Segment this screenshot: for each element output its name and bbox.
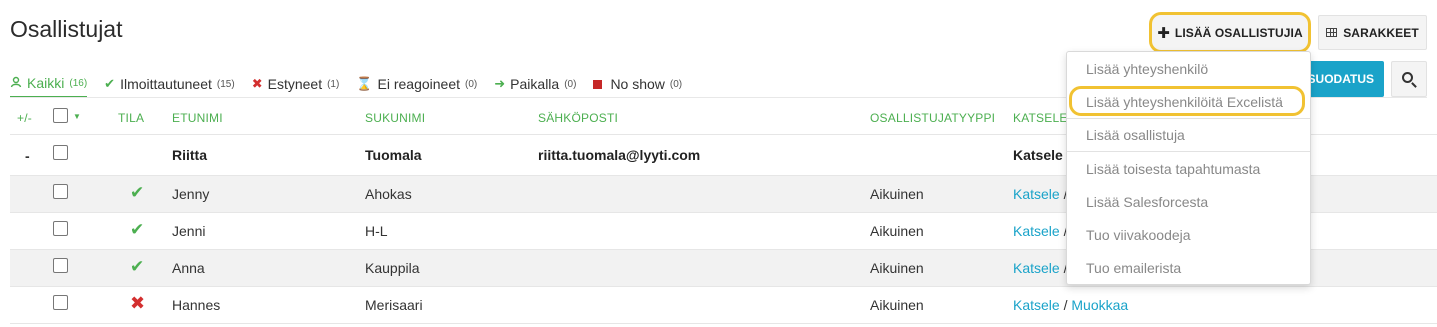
add-participants-menu: Lisää yhteyshenkilö Lisää yhteyshenkilöi… [1066, 51, 1311, 285]
filter-label: SUODATUS [1307, 72, 1374, 86]
table-grid-icon [1326, 28, 1338, 37]
search-icon [1402, 72, 1413, 83]
tab-no-response-label: Ei reagoineet [377, 76, 461, 92]
row-first-name: Jenni [172, 223, 206, 239]
menu-item-add-participant[interactable]: Lisää osallistuja [1067, 118, 1310, 151]
menu-item-add-from-salesforce[interactable]: Lisää Salesforcesta [1067, 185, 1310, 218]
link-separator: / [1063, 297, 1068, 313]
header-view[interactable]: KATSELE [1013, 111, 1068, 125]
row-checkbox[interactable] [53, 184, 68, 199]
tab-present-label: Paikalla [510, 76, 560, 92]
tab-no-response-count: (0) [465, 78, 478, 90]
check-icon: ✔ [130, 257, 145, 276]
row-checkbox[interactable] [53, 295, 68, 310]
tab-all-count: (16) [69, 77, 88, 89]
row-participant-type: Aikuinen [870, 186, 924, 202]
row-actions: Katsele / [1013, 260, 1067, 276]
view-link[interactable]: Katsele [1013, 260, 1060, 276]
hourglass-icon: ⌛ [356, 76, 373, 91]
tab-all-label: Kaikki [27, 75, 65, 91]
menu-item-highlight [1069, 86, 1305, 116]
tab-cancelled[interactable]: ✖ Estyneet (1) [252, 71, 340, 97]
tab-cancelled-count: (1) [327, 78, 340, 90]
row-participant-type: Aikuinen [870, 297, 924, 313]
view-link[interactable]: Katsele [1013, 223, 1060, 239]
cross-icon: ✖ [130, 293, 146, 313]
tab-registered[interactable]: ✔ Ilmoittautuneet (15) [104, 71, 235, 97]
cross-icon: ✖ [251, 76, 263, 91]
header-first-name[interactable]: ETUNIMI [172, 111, 223, 125]
header-email[interactable]: SÄHKÖPOSTI [538, 111, 618, 125]
tab-present[interactable]: ➜ Paikalla (0) [494, 71, 576, 97]
tab-all[interactable]: Kaikki (16) [10, 70, 88, 98]
row-last-name: H-L [365, 223, 388, 239]
collapse-toggle[interactable]: - [25, 148, 30, 164]
row-participant-type: Aikuinen [870, 260, 924, 276]
stop-square-icon [593, 79, 603, 89]
search-button[interactable] [1391, 61, 1427, 97]
tab-no-show-count: (0) [669, 78, 683, 90]
contact-first-name: Riitta [172, 147, 207, 163]
header-last-name[interactable]: SUKUNIMI [365, 111, 425, 125]
view-link[interactable]: Katsele [1013, 186, 1060, 202]
row-last-name: Kauppila [365, 260, 420, 276]
add-participants-label: LISÄÄ OSALLISTUJIA [1174, 25, 1303, 40]
columns-label: SARAKKEET [1343, 25, 1419, 40]
page-title: Osallistujat [10, 16, 123, 42]
check-icon: ✔ [104, 76, 116, 91]
filter-button[interactable]: SUODATUS [1300, 61, 1384, 97]
row-checkbox[interactable] [53, 221, 68, 236]
row-last-name: Ahokas [365, 186, 412, 202]
add-participants-button[interactable]: ✚ LISÄÄ OSALLISTUJIA [1149, 12, 1311, 53]
tab-registered-count: (15) [216, 78, 235, 90]
row-actions: Katsele / [1013, 186, 1067, 202]
tab-no-response[interactable]: ⌛ Ei reagoineet (0) [356, 71, 477, 97]
header-status[interactable]: TILA [118, 111, 144, 125]
menu-item-import-barcodes[interactable]: Tuo viivakoodeja [1067, 218, 1310, 251]
row-divider [10, 323, 1437, 324]
menu-item-add-from-event[interactable]: Lisää toisesta tapahtumasta [1067, 152, 1310, 185]
row-first-name: Hannes [172, 297, 221, 313]
check-icon: ✔ [130, 220, 145, 239]
row-actions: Katsele / [1013, 223, 1067, 239]
contact-last-name: Tuomala [365, 147, 422, 163]
header-participant-type[interactable]: OSALLISTUJATYYPPI [870, 111, 995, 125]
tab-no-show-label: No show [610, 76, 665, 92]
row-divider [10, 286, 1437, 287]
row-checkbox[interactable] [53, 258, 68, 273]
select-all-checkbox[interactable] [53, 108, 68, 123]
people-icon [10, 76, 22, 91]
tab-present-count: (0) [564, 78, 577, 90]
row-last-name: Merisaari [365, 297, 423, 313]
view-link[interactable]: Katsele [1013, 297, 1060, 313]
columns-button[interactable]: SARAKKEET [1318, 15, 1427, 50]
header-toggle[interactable]: +/- [17, 111, 32, 125]
menu-item-add-contact[interactable]: Lisää yhteyshenkilö [1067, 52, 1310, 85]
tab-no-show[interactable]: No show (0) [593, 71, 682, 97]
status-tabs: Kaikki (16) ✔ Ilmoittautuneet (15) ✖ Est… [10, 70, 699, 98]
arrow-right-icon: ➜ [494, 76, 506, 91]
tab-cancelled-label: Estyneet [267, 76, 323, 92]
row-checkbox[interactable] [53, 145, 68, 160]
contact-email: riitta.tuomala@lyyti.com [538, 147, 701, 163]
edit-link[interactable]: Muokkaa [1071, 297, 1128, 313]
row-first-name: Jenny [172, 186, 210, 202]
check-icon: ✔ [130, 183, 145, 202]
plus-icon: ✚ [1157, 24, 1170, 42]
menu-item-import-emailer[interactable]: Tuo emailerista [1067, 251, 1310, 284]
row-participant-type: Aikuinen [870, 223, 924, 239]
tab-registered-label: Ilmoittautuneet [120, 76, 212, 92]
row-first-name: Anna [172, 260, 205, 276]
chevron-down-icon[interactable]: ▼ [73, 112, 81, 121]
row-actions: Katsele / Muokkaa [1013, 297, 1128, 313]
contact-view-link[interactable]: Katsele [1013, 147, 1063, 163]
